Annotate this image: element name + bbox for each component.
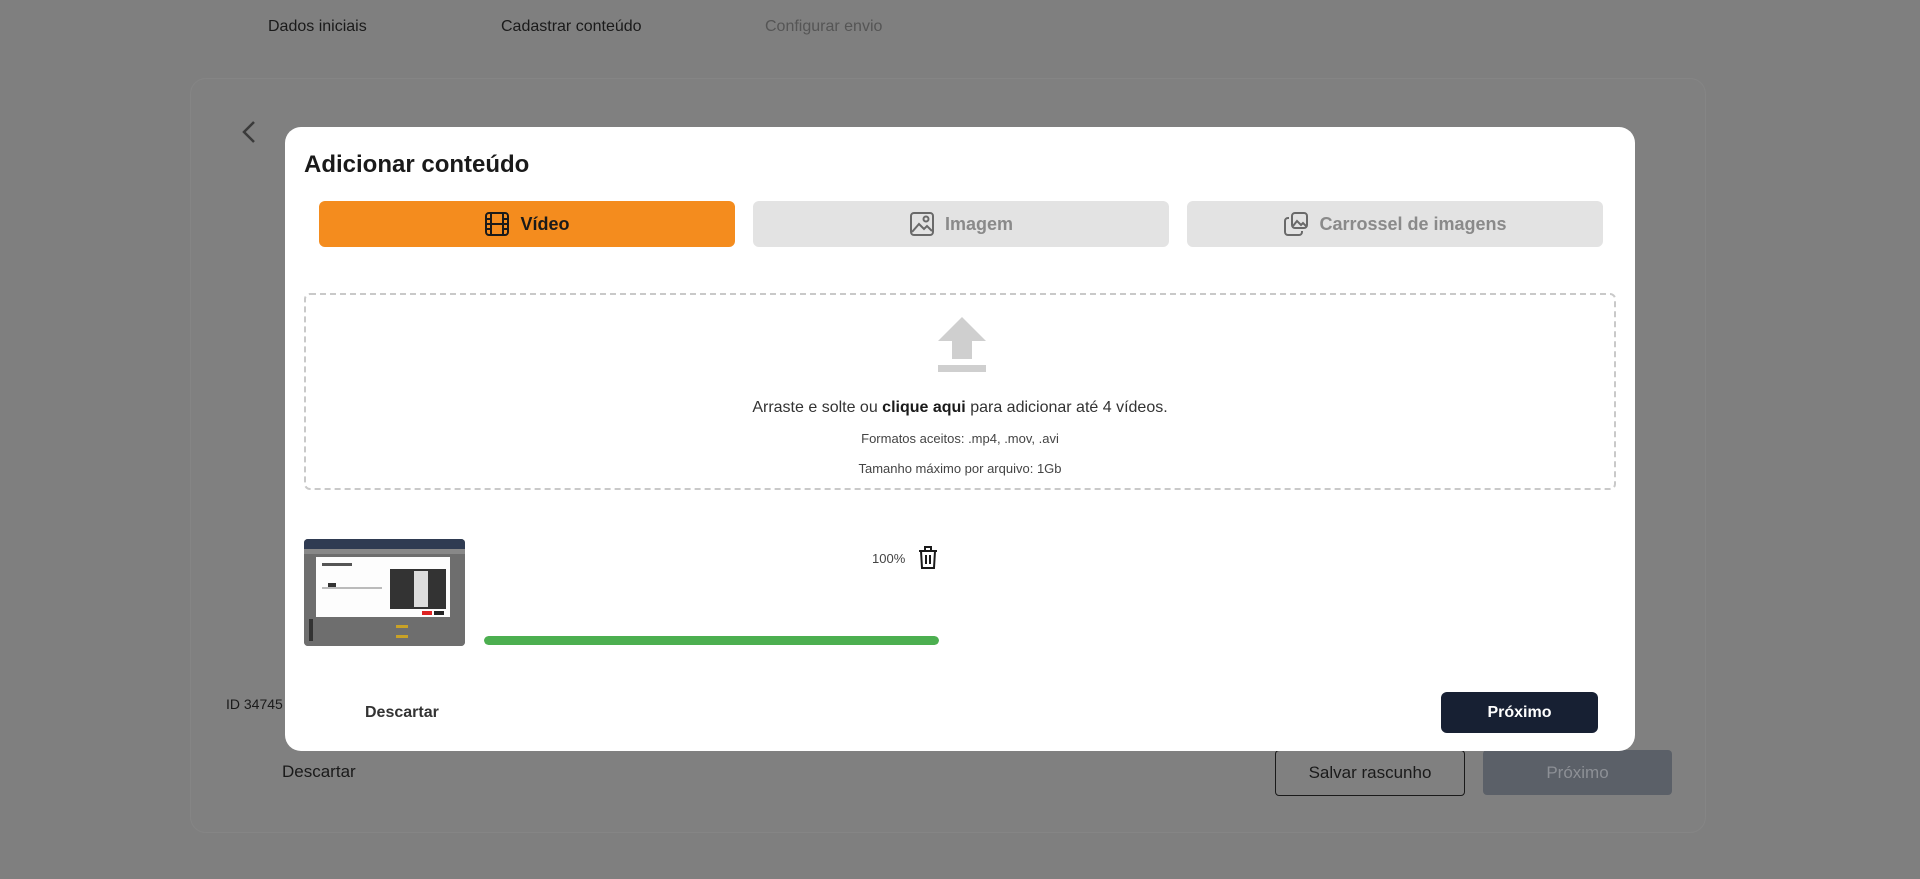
save-draft-button[interactable]: Salvar rascunho — [1275, 750, 1465, 796]
chevron-left-icon[interactable] — [236, 118, 264, 146]
tab-imagem-label: Imagem — [944, 213, 1014, 234]
accepted-formats: Formatos aceitos: .mp4, .mov, .avi — [861, 431, 1059, 446]
trash-icon[interactable] — [917, 546, 939, 570]
click-here-link[interactable]: clique aqui — [882, 399, 966, 416]
image-icon — [909, 212, 934, 236]
tab-video[interactable]: Vídeo — [319, 201, 735, 247]
upload-progress-bar — [484, 636, 939, 645]
step-dados-iniciais[interactable]: Dados iniciais — [268, 18, 367, 36]
modal-title: Adicionar conteúdo — [304, 151, 530, 178]
upload-dropzone[interactable]: Arraste e solte ou clique aqui para adic… — [304, 293, 1616, 490]
content-id: ID 34745 — [226, 696, 283, 712]
add-content-modal: Adicionar conteúdo Vídeo Imagem Carrosse… — [285, 127, 1635, 751]
dropzone-instructions: Arraste e solte ou clique aqui para adic… — [752, 399, 1168, 416]
upload-percent: 100% — [872, 551, 906, 566]
step-cadastrar-conteudo[interactable]: Cadastrar conteúdo — [501, 18, 642, 36]
film-icon — [485, 212, 510, 236]
step-configurar-envio[interactable]: Configurar envio — [765, 18, 882, 36]
next-button[interactable]: Próximo — [1441, 692, 1598, 733]
discard-button[interactable]: Descartar — [365, 704, 439, 722]
tab-imagem[interactable]: Imagem — [753, 201, 1169, 247]
tab-video-label: Vídeo — [520, 213, 570, 234]
images-stack-icon — [1284, 212, 1309, 236]
video-thumbnail — [304, 539, 465, 646]
tab-carrossel[interactable]: Carrossel de imagens — [1187, 201, 1603, 247]
max-file-size: Tamanho máximo por arquivo: 1Gb — [858, 461, 1062, 476]
upload-progress-fill — [484, 636, 939, 645]
background-discard-button[interactable]: Descartar — [282, 762, 356, 782]
tab-carrossel-label: Carrossel de imagens — [1319, 213, 1507, 234]
upload-arrow-icon — [938, 317, 986, 372]
background-next-button[interactable]: Próximo — [1483, 750, 1672, 795]
video-thumbnail-preview — [304, 539, 465, 646]
